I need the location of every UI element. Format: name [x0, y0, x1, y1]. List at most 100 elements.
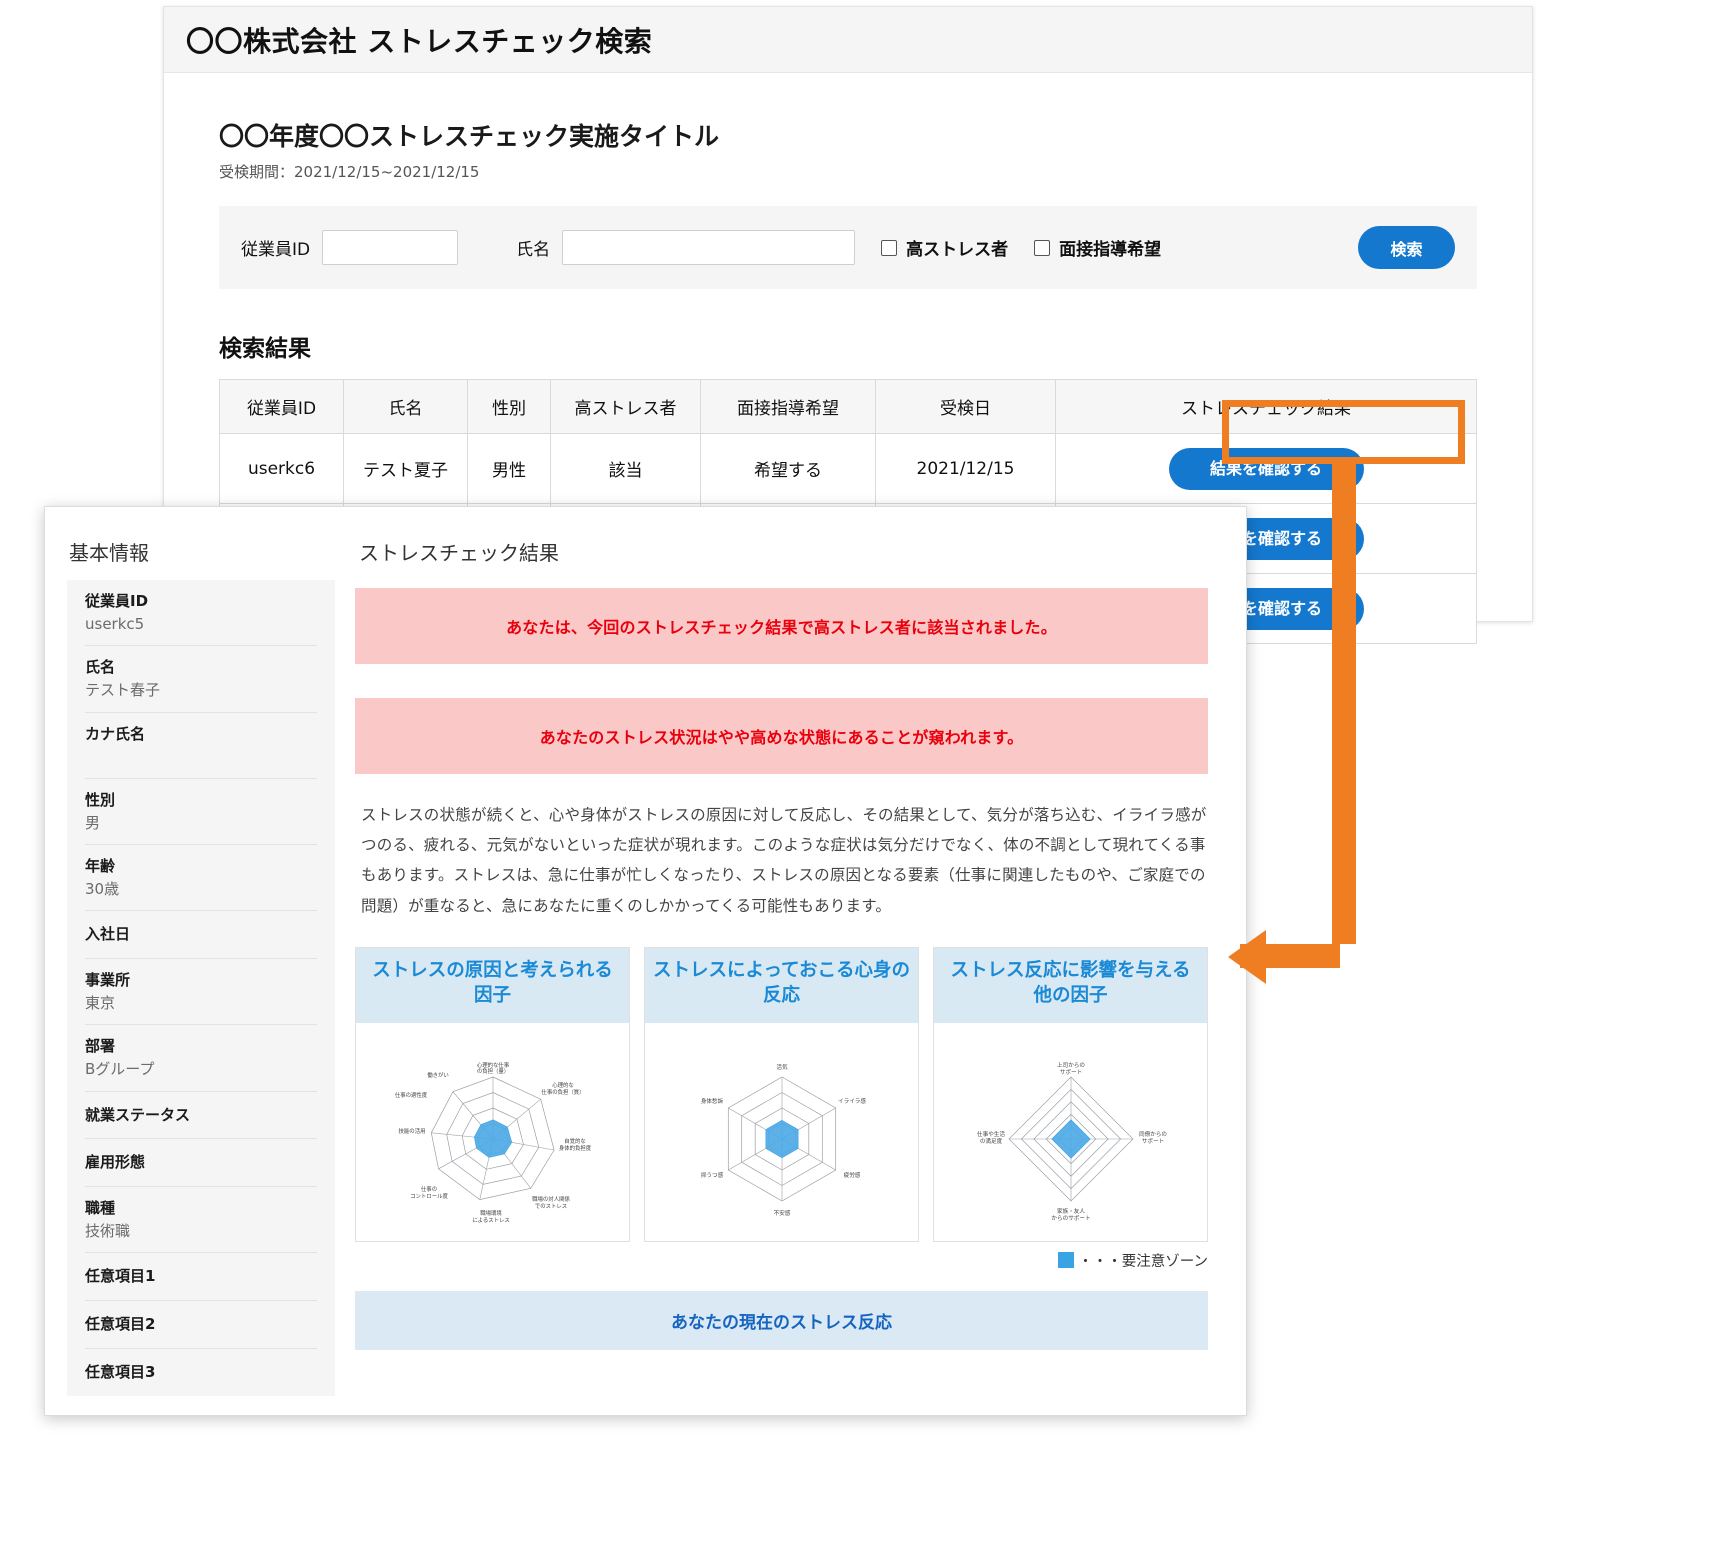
high-stress-checkbox-group[interactable]: 高ストレス者 — [881, 235, 1008, 260]
svg-text:からのサポート: からのサポート — [1051, 1214, 1090, 1222]
field-label: 雇用形態 — [85, 1152, 317, 1174]
svg-text:身体的負担度: 身体的負担度 — [558, 1144, 591, 1152]
basic-info-item-name: 氏名 テスト春子 — [85, 646, 317, 712]
interview-checkbox[interactable] — [1034, 240, 1050, 256]
chart-card-stress-factors: ストレスの原因と考えられる因子 — [355, 947, 630, 1242]
field-label: 年齢 — [85, 856, 317, 878]
high-stress-checkbox[interactable] — [881, 240, 897, 256]
cell-high-stress: 該当 — [551, 434, 701, 504]
field-label: 性別 — [85, 790, 317, 812]
field-value: 技術職 — [85, 1220, 317, 1243]
basic-info-heading: 基本情報 — [69, 537, 335, 566]
chart-card-stress-reactions: ストレスによっておこる心身の反応 — [644, 947, 919, 1242]
cell-interview: 希望する — [701, 434, 876, 504]
th-employee-id: 従業員ID — [220, 380, 344, 434]
result-pane: ストレスチェック結果 あなたは、今回のストレスチェック結果で高ストレス者に該当さ… — [335, 507, 1246, 1415]
basic-info-item-job-type: 職種 技術職 — [85, 1187, 317, 1253]
svg-text:コントロール度: コントロール度 — [410, 1192, 448, 1200]
basic-info-item-optional-1: 任意項目1 — [85, 1253, 317, 1301]
svg-text:活気: 活気 — [776, 1063, 788, 1071]
field-label: 任意項目1 — [85, 1266, 317, 1288]
annotation-arrow-head-icon — [1228, 930, 1266, 984]
svg-text:仕事の負担（質）: 仕事の負担（質） — [541, 1088, 584, 1096]
field-label: 氏名 — [85, 657, 317, 679]
field-label: 職種 — [85, 1198, 317, 1220]
basic-info-item-optional-2: 任意項目2 — [85, 1301, 317, 1349]
table-row: userkc6 テスト夏子 男性 該当 希望する 2021/12/15 結果を確… — [220, 434, 1477, 504]
svg-text:不安感: 不安感 — [773, 1209, 790, 1217]
name-label: 氏名 — [516, 235, 550, 260]
svg-text:家族・友人: 家族・友人 — [1057, 1207, 1085, 1215]
interview-checkbox-group[interactable]: 面接指導希望 — [1034, 235, 1161, 260]
field-label: カナ氏名 — [85, 724, 317, 746]
basic-info-item-employment-status: 就業ステータス — [85, 1092, 317, 1140]
th-interview: 面接指導希望 — [701, 380, 876, 434]
annotation-arrow-shaft — [1332, 464, 1356, 944]
basic-info-item-department: 部署 Bグループ — [85, 1025, 317, 1091]
current-stress-reaction-banner: あなたの現在のストレス反応 — [355, 1291, 1208, 1350]
field-label: 事業所 — [85, 970, 317, 992]
chart-body: 活気 イライラ感 疲労感 不安感 抑うつ感 身体愁訴 — [645, 1023, 918, 1241]
field-value: Bグループ — [85, 1058, 317, 1081]
chart-body: 心理的な仕事 の負担（量） 心理的な仕事の負担（質） 自覚的な身体的負担度 職場… — [356, 1023, 629, 1241]
basic-info-item-office: 事業所 東京 — [85, 959, 317, 1025]
result-description: ストレスの状態が続くと、心や身体がストレスの原因に対して反応し、その結果として、… — [361, 800, 1208, 921]
svg-text:仕事や生活: 仕事や生活 — [977, 1130, 1005, 1138]
basic-info-item-employee-id: 従業員ID userkc5 — [85, 580, 317, 646]
field-label: 部署 — [85, 1036, 317, 1058]
field-value: テスト春子 — [85, 679, 317, 702]
legend-label: ・・・要注意ゾーン — [1078, 1250, 1208, 1271]
basic-info-pane: 基本情報 従業員ID userkc5 氏名 テスト春子 カナ氏名 性別 男 年齢… — [45, 507, 335, 1415]
field-value: 東京 — [85, 992, 317, 1015]
th-result: ストレスチェック結果 — [1056, 380, 1477, 434]
search-button[interactable]: 検索 — [1358, 226, 1455, 269]
radar-chart-stress-factors: 心理的な仕事 の負担（量） 心理的な仕事の負担（質） 自覚的な身体的負担度 職場… — [378, 1027, 608, 1237]
svg-text:によるストレス: によるストレス — [472, 1217, 510, 1224]
implementation-period: 受検期間：2021/12/15~2021/12/15 — [219, 161, 1477, 182]
svg-text:の負担（量）: の負担（量） — [476, 1067, 508, 1075]
chart-title: ストレスの原因と考えられる因子 — [356, 948, 629, 1023]
th-date: 受検日 — [876, 380, 1056, 434]
search-filter-bar: 従業員ID 氏名 高ストレス者 面接指導希望 検索 — [219, 206, 1477, 289]
svg-text:心理的な: 心理的な — [552, 1081, 574, 1089]
result-heading: ストレスチェック結果 — [359, 537, 1208, 566]
interview-checkbox-label: 面接指導希望 — [1059, 235, 1161, 260]
svg-text:サポート: サポート — [1059, 1068, 1081, 1076]
field-label: 任意項目2 — [85, 1314, 317, 1336]
basic-info-item-kana-name: カナ氏名 — [85, 713, 317, 779]
field-label: 従業員ID — [85, 591, 317, 613]
svg-text:職場環境: 職場環境 — [480, 1209, 502, 1217]
svg-text:仕事の適性度: 仕事の適性度 — [394, 1091, 427, 1099]
field-label: 就業ステータス — [85, 1105, 317, 1127]
svg-text:サポート: サポート — [1141, 1137, 1163, 1145]
svg-text:上司からの: 上司からの — [1057, 1061, 1085, 1069]
high-stress-checkbox-label: 高ストレス者 — [906, 235, 1008, 260]
svg-text:自覚的な: 自覚的な — [564, 1137, 586, 1145]
chart-legend: ・・・要注意ゾーン — [355, 1250, 1208, 1271]
stress-level-alert: あなたのストレス状況はやや高めな状態にあることが窺われます。 — [355, 698, 1208, 774]
cell-sex: 男性 — [468, 434, 551, 504]
cell-date: 2021/12/15 — [876, 434, 1056, 504]
radar-chart-stress-reactions: 活気 イライラ感 疲労感 不安感 抑うつ感 身体愁訴 — [667, 1027, 897, 1237]
page-title: 〇〇株式会社 ストレスチェック検索 — [186, 20, 652, 60]
th-sex: 性別 — [468, 380, 551, 434]
field-value: 30歳 — [85, 878, 317, 901]
field-value: 男 — [85, 812, 317, 835]
stress-check-result-window: 基本情報 従業員ID userkc5 氏名 テスト春子 カナ氏名 性別 男 年齢… — [44, 506, 1247, 1416]
basic-info-item-age: 年齢 30歳 — [85, 845, 317, 911]
basic-info-item-optional-3: 任意項目3 — [85, 1349, 317, 1396]
chart-title: ストレス反応に影響を与える他の因子 — [934, 948, 1207, 1023]
employee-id-input[interactable] — [322, 230, 458, 265]
svg-text:でのストレス: でのストレス — [534, 1203, 566, 1210]
svg-text:心理的な仕事: 心理的な仕事 — [476, 1061, 509, 1069]
basic-info-item-sex: 性別 男 — [85, 779, 317, 845]
high-stress-alert: あなたは、今回のストレスチェック結果で高ストレス者に該当されました。 — [355, 588, 1208, 664]
svg-text:働きがい: 働きがい — [427, 1071, 449, 1079]
th-name: 氏名 — [344, 380, 468, 434]
name-input[interactable] — [562, 230, 855, 265]
cell-result: 結果を確認する — [1056, 434, 1477, 504]
field-label: 任意項目3 — [85, 1362, 317, 1384]
field-value: userkc5 — [85, 613, 317, 636]
svg-text:イライラ感: イライラ感 — [838, 1097, 866, 1105]
svg-text:疲労感: 疲労感 — [843, 1171, 860, 1179]
